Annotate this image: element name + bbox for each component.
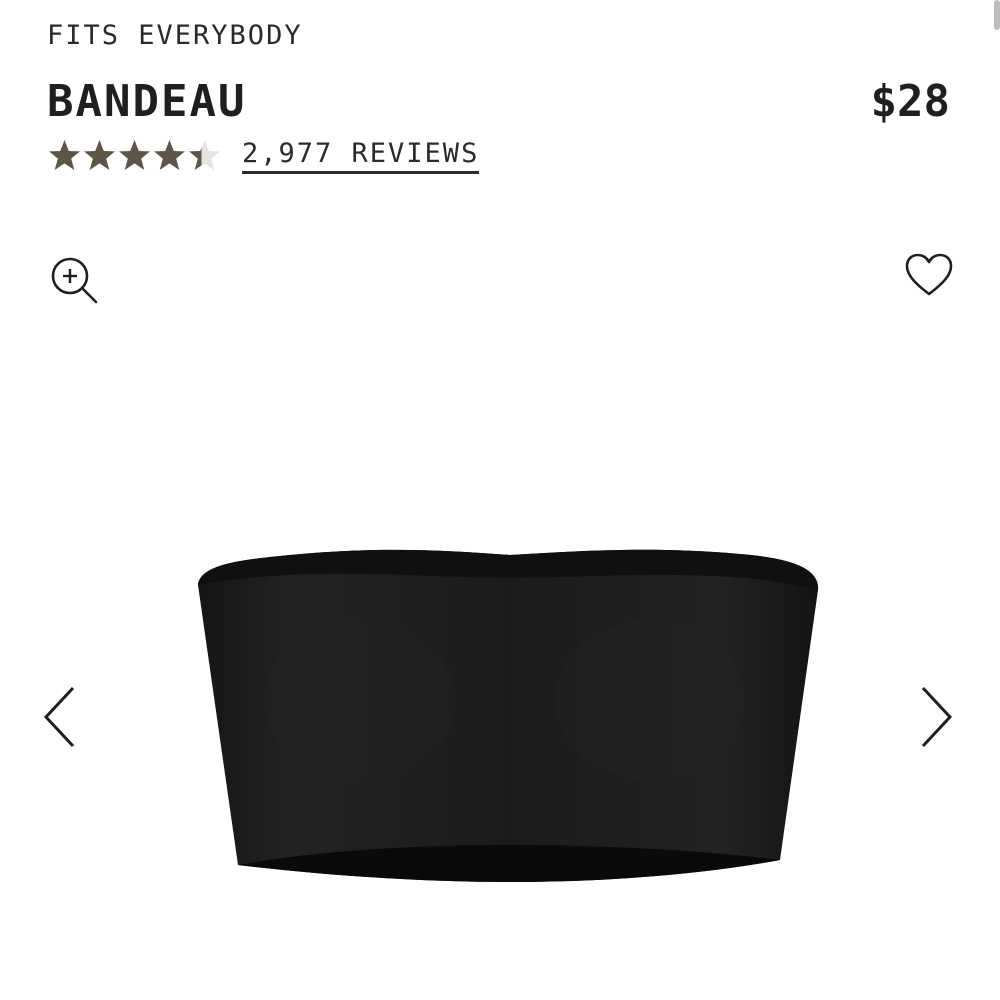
product-title: BANDEAU xyxy=(47,76,247,127)
reviews-link[interactable]: 2,977 REVIEWS xyxy=(242,138,480,174)
chevron-left-icon[interactable] xyxy=(40,684,80,750)
zoom-in-icon[interactable] xyxy=(48,254,102,308)
star-icon xyxy=(119,140,150,170)
chevron-right-icon[interactable] xyxy=(916,684,956,750)
heart-icon[interactable] xyxy=(904,252,954,298)
product-price: $28 xyxy=(870,76,950,127)
product-image xyxy=(198,549,819,882)
scrollbar[interactable] xyxy=(994,0,1000,30)
rating-row: 2,977 REVIEWS xyxy=(47,138,480,174)
star-icon xyxy=(49,140,80,170)
star-rating xyxy=(47,138,222,174)
star-icon xyxy=(154,140,185,170)
star-icon xyxy=(189,140,220,170)
collection-label: FITS EVERYBODY xyxy=(47,20,303,51)
star-icon xyxy=(84,140,115,170)
